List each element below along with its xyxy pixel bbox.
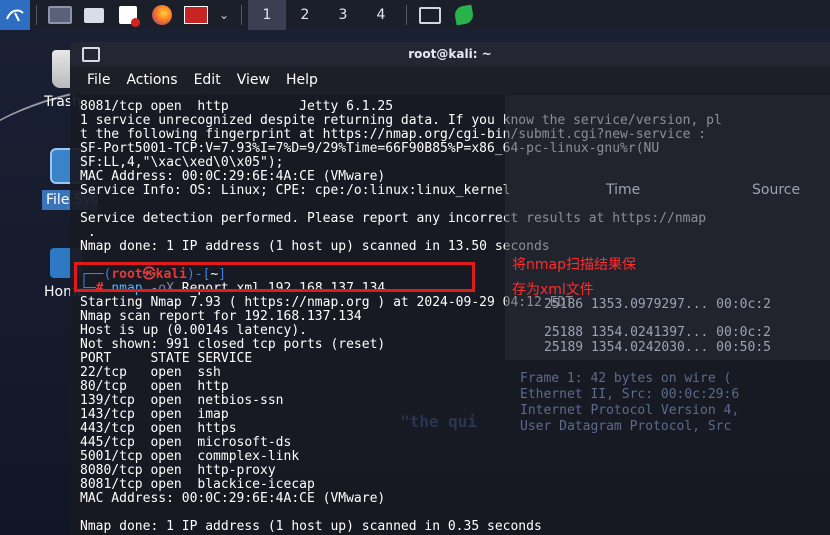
output-line: 445/tcp open microsoft-ds: [80, 435, 292, 450]
firefox-launcher[interactable]: [145, 0, 179, 30]
text-editor-launcher[interactable]: [111, 0, 145, 30]
packet-detail: Internet Protocol Version 4,: [520, 403, 740, 418]
menu-actions[interactable]: Actions: [126, 72, 177, 88]
taskbar: ⌄ 1 2 3 4: [0, 0, 830, 30]
workspace-2[interactable]: 2: [286, 0, 324, 30]
background-window: [505, 95, 830, 360]
packet-row: 25189 1354.0242030... 00:50:5: [544, 340, 771, 355]
launcher-dropdown[interactable]: ⌄: [213, 0, 235, 30]
output-line: 8081/tcp open blackice-icecap: [80, 477, 315, 492]
annotation-line-2: 存为xml文件: [512, 282, 594, 298]
firefox-icon: [152, 5, 172, 25]
terminal-icon: [48, 6, 72, 24]
workspace-4[interactable]: 4: [362, 0, 400, 30]
root-terminal-icon: [184, 6, 208, 24]
files-launcher[interactable]: [77, 0, 111, 30]
column-header-source: Source: [752, 182, 801, 198]
output-line: 5001/tcp open commplex-link: [80, 449, 300, 464]
terminal-icon: [419, 6, 441, 24]
highlight-box: [74, 262, 475, 292]
taskbar-separator: [241, 5, 242, 25]
files-icon: [84, 7, 104, 23]
terminal-launcher[interactable]: [43, 0, 77, 30]
window-title: root@kali: ~: [408, 47, 492, 61]
kali-menu-icon[interactable]: [0, 0, 30, 30]
workspace-1[interactable]: 1: [248, 0, 286, 30]
packet-detail: Ethernet II, Src: 00:0c:29:6: [520, 387, 740, 402]
menu-edit[interactable]: Edit: [194, 72, 221, 88]
menu-bar: File Actions Edit View Help: [70, 66, 830, 94]
kali-app-task[interactable]: [447, 0, 481, 30]
taskbar-separator: [36, 5, 37, 25]
column-header-time: Time: [606, 182, 641, 198]
terminal-titlebar[interactable]: root@kali: ~: [70, 42, 830, 66]
packet-detail: Frame 1: 42 bytes on wire (: [520, 371, 732, 386]
packet-row: 25188 1354.0241397... 00:0c:2: [544, 325, 771, 340]
output-line: MAC Address: 00:0C:29:6E:4A:CE (VMware): [80, 491, 386, 506]
menu-file[interactable]: File: [87, 72, 110, 88]
output-line: 8080/tcp open http-proxy: [80, 463, 276, 478]
packet-detail: User Datagram Protocol, Src: [520, 419, 732, 434]
packet-row: 25186 1353.0979297... 00:0c:2: [544, 297, 771, 312]
text-editor-icon: [119, 6, 140, 27]
workspace-3[interactable]: 3: [324, 0, 362, 30]
menu-help[interactable]: Help: [286, 72, 318, 88]
output-line: Nmap done: 1 IP address (1 host up) scan…: [80, 519, 542, 534]
taskbar-separator: [406, 5, 407, 25]
wallpaper-tagline: "the qui: [400, 412, 478, 431]
annotation-line-1: 将nmap扫描结果保: [512, 257, 636, 273]
kali-leaf-icon: [453, 4, 475, 26]
root-terminal-launcher[interactable]: [179, 0, 213, 30]
terminal-task[interactable]: [413, 0, 447, 30]
menu-view[interactable]: View: [237, 72, 270, 88]
